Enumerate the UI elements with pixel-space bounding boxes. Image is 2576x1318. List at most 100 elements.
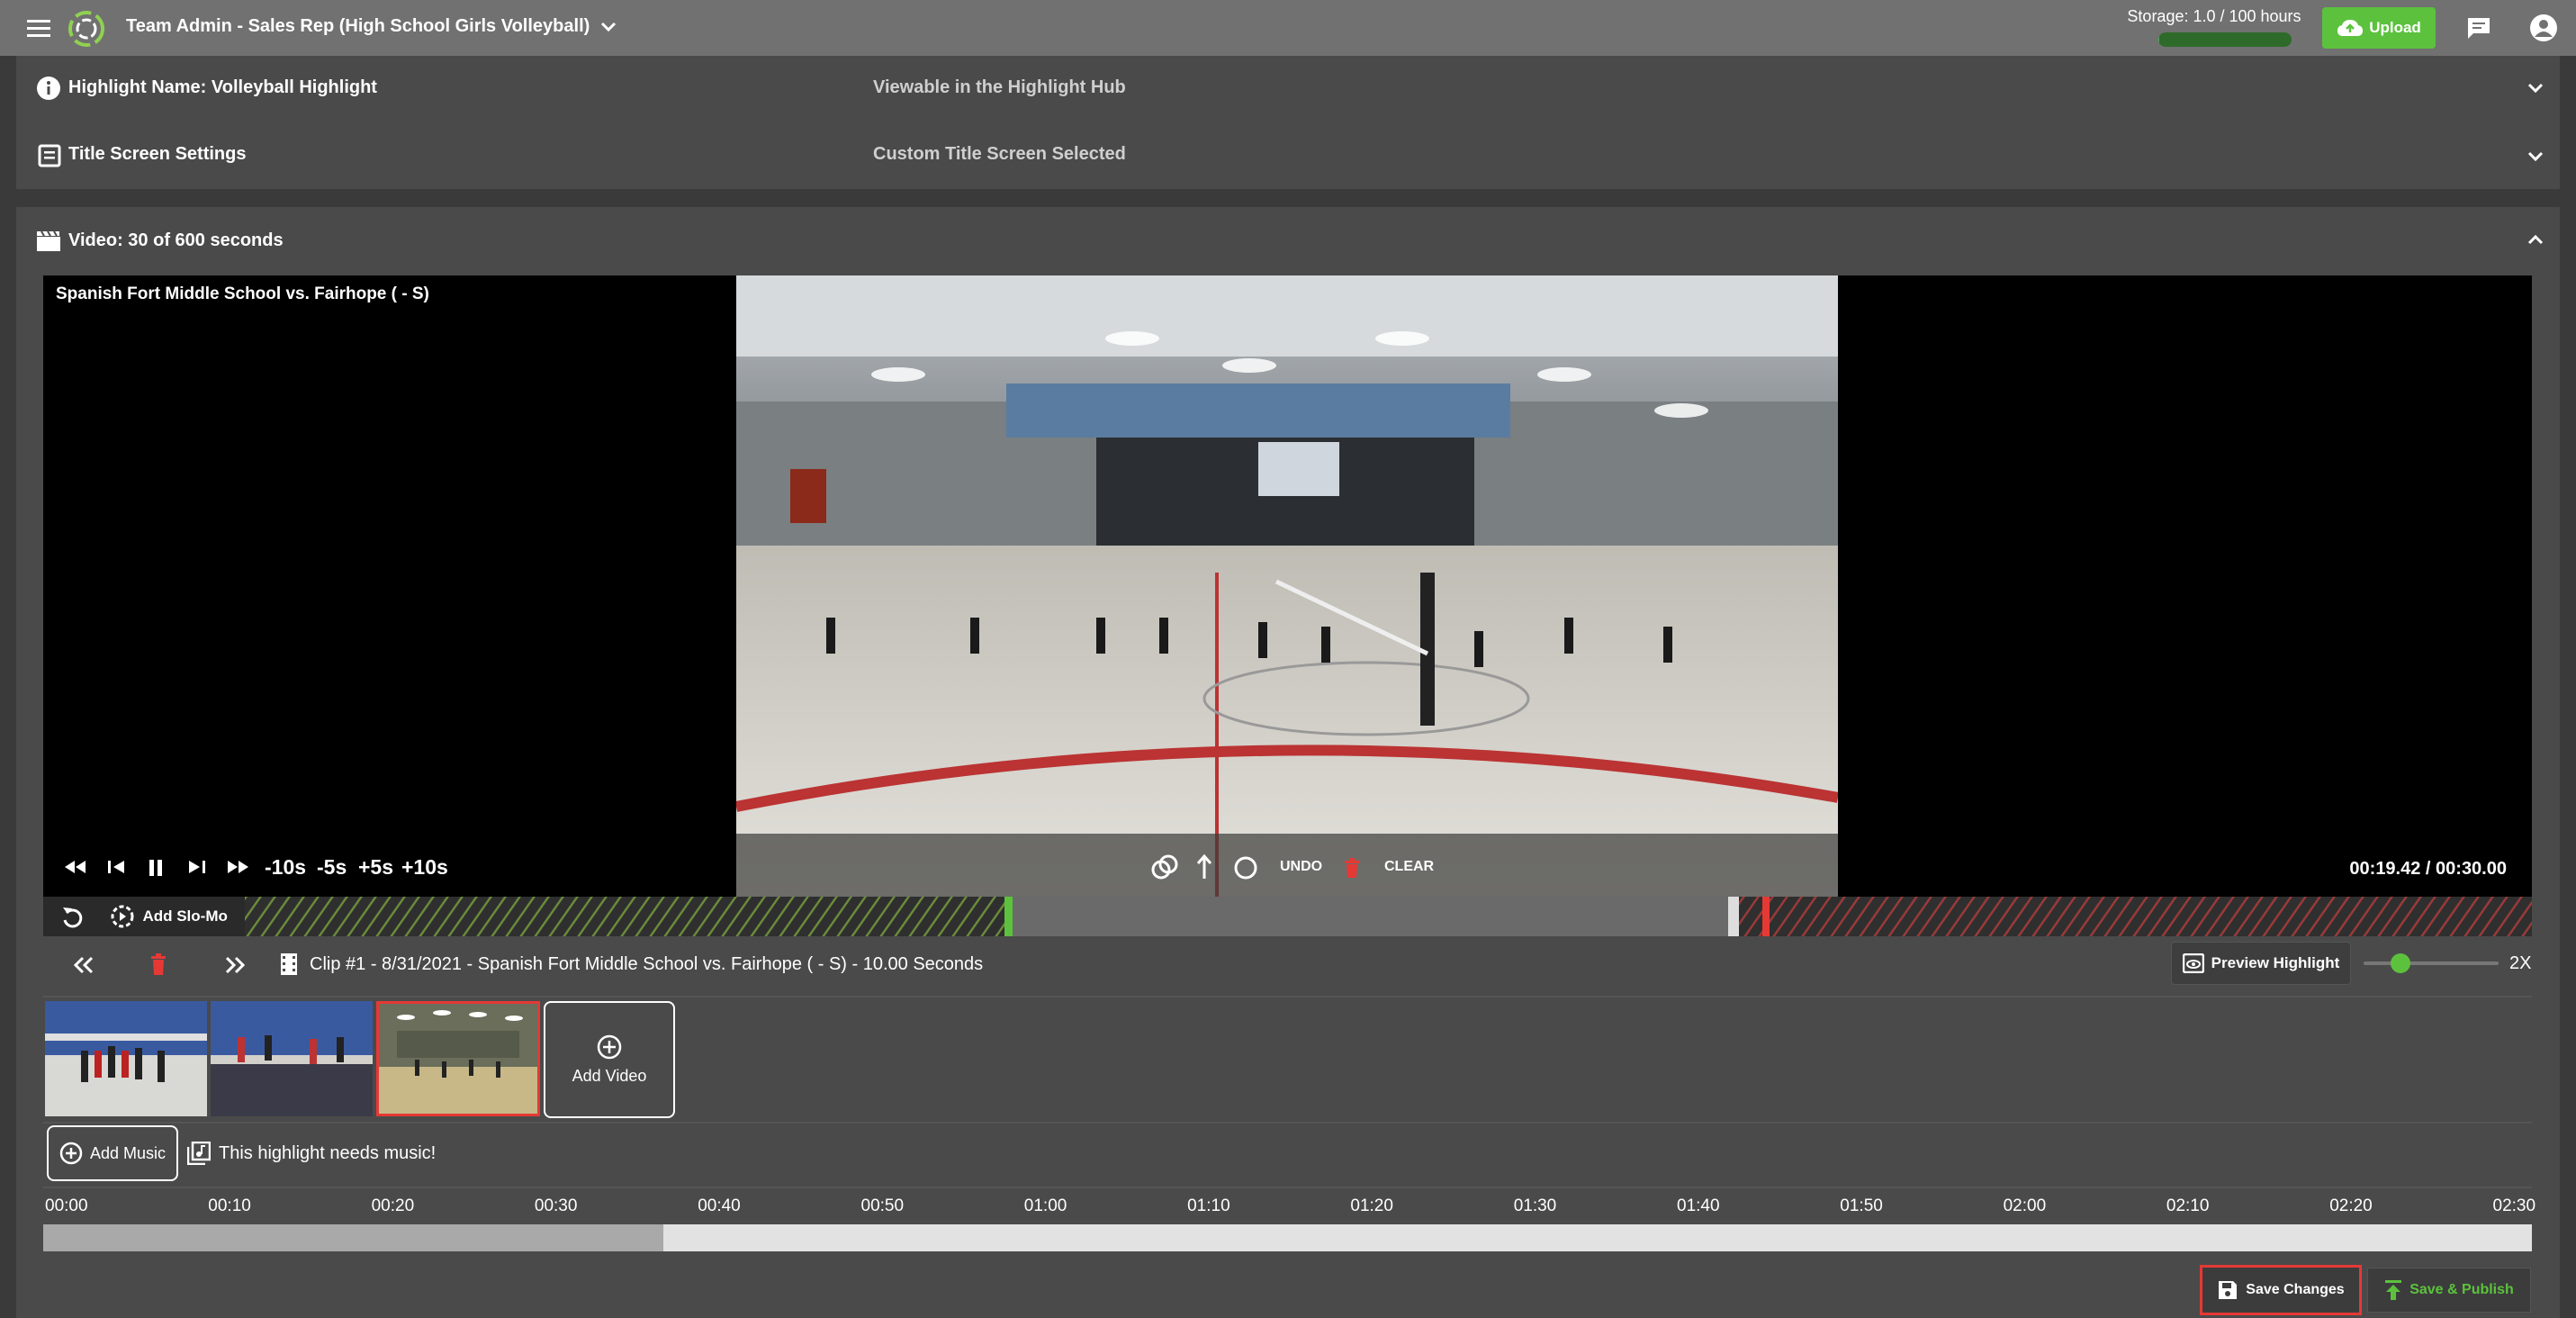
timeline-tick-label: 01:20 xyxy=(1350,1196,1393,1215)
step-back-icon[interactable] xyxy=(106,859,126,875)
skip-plus-5-button[interactable]: +5s xyxy=(358,855,393,880)
highlight-name-label: Highlight Name: Volleyball Highlight xyxy=(68,77,377,97)
chevron-down-icon[interactable] xyxy=(2527,151,2544,162)
fast-forward-icon[interactable] xyxy=(227,859,250,875)
clip-info: Clip #1 - 8/31/2021 - Spanish Fort Middl… xyxy=(310,954,984,974)
timeline-tick-label: 02:20 xyxy=(2329,1196,2373,1215)
add-slomo-label: Add Slo-Mo xyxy=(142,907,228,925)
title-screen-row[interactable]: Title Screen Settings Custom Title Scree… xyxy=(16,122,2560,187)
upload-label: Upload xyxy=(2369,19,2421,36)
storage-bar xyxy=(2158,32,2292,47)
video-player[interactable]: Spanish Fort Middle School vs. Fairhope … xyxy=(43,275,2532,897)
add-music-button[interactable]: Add Music xyxy=(47,1125,178,1181)
add-slomo-button[interactable]: Add Slo-Mo xyxy=(110,904,228,929)
speed-slider[interactable] xyxy=(2364,953,2499,973)
timeline-tick-label: 01:40 xyxy=(1677,1196,1720,1215)
upload-button[interactable]: Upload xyxy=(2322,7,2436,49)
video-section-label: Video: 30 of 600 seconds xyxy=(68,230,284,250)
double-chevron-right-icon[interactable] xyxy=(225,956,245,974)
timeline-tick-label: 00:30 xyxy=(534,1196,578,1215)
timeline-tick-label: 00:20 xyxy=(371,1196,415,1215)
chevron-down-icon[interactable] xyxy=(2527,83,2544,94)
chat-icon[interactable] xyxy=(2466,16,2491,40)
film-icon xyxy=(279,952,299,976)
video-frame[interactable] xyxy=(736,275,1838,897)
timeline-bar[interactable] xyxy=(43,1224,2532,1251)
clapperboard-icon xyxy=(36,230,61,252)
account-icon[interactable] xyxy=(2529,14,2558,42)
time-readout: 00:19.42 / 00:30.00 xyxy=(2349,859,2507,879)
speed-label: 2X xyxy=(2509,953,2532,973)
menu-icon[interactable] xyxy=(27,18,50,38)
save-changes-button[interactable]: Save Changes xyxy=(2200,1265,2362,1315)
video-section-header[interactable]: Video: 30 of 600 seconds xyxy=(16,207,2560,275)
timeline-tick-label: 01:30 xyxy=(1513,1196,1557,1215)
double-chevron-left-icon[interactable] xyxy=(74,956,94,974)
plus-circle-icon xyxy=(597,1034,622,1060)
plus-circle-icon xyxy=(59,1142,83,1165)
circle-icon[interactable] xyxy=(1233,855,1258,880)
trim-bar[interactable]: Add Slo-Mo xyxy=(43,897,2532,936)
save-changes-label: Save Changes xyxy=(2246,1282,2345,1297)
timeline-tick-label: 01:00 xyxy=(1023,1196,1067,1215)
timeline-tick-label: 02:10 xyxy=(2166,1196,2210,1215)
delete-clip-icon[interactable] xyxy=(149,952,167,976)
divider xyxy=(43,1122,2532,1124)
spotlight-icon[interactable] xyxy=(1150,853,1181,880)
undo-button[interactable]: UNDO xyxy=(1280,859,1322,875)
highlight-name-status: Viewable in the Highlight Hub xyxy=(873,77,1126,97)
trash-icon[interactable] xyxy=(1343,857,1361,879)
step-forward-icon[interactable] xyxy=(187,859,207,875)
rewind-icon[interactable] xyxy=(63,859,86,875)
clip-thumbnail-2[interactable] xyxy=(211,1001,373,1116)
chevron-down-icon xyxy=(600,22,617,32)
team-title: Team Admin - Sales Rep (High School Girl… xyxy=(126,16,590,36)
timeline-tick-label: 01:50 xyxy=(1840,1196,1883,1215)
preview-highlight-label: Preview Highlight xyxy=(2211,954,2340,971)
slomo-icon xyxy=(110,904,135,929)
storage-label: Storage: 1.0 / 100 hours xyxy=(2127,7,2301,25)
save-publish-button[interactable]: Save & Publish xyxy=(2367,1268,2531,1313)
arrow-up-icon[interactable] xyxy=(1195,853,1213,880)
preview-highlight-button[interactable]: Preview Highlight xyxy=(2171,942,2351,985)
clip-thumbnail-1[interactable] xyxy=(45,1001,207,1116)
game-title: Spanish Fort Middle School vs. Fairhope … xyxy=(56,284,429,303)
skip-plus-10-button[interactable]: +10s xyxy=(401,855,448,880)
publish-icon xyxy=(2384,1279,2402,1301)
timeline-fill xyxy=(43,1224,663,1251)
clear-button[interactable]: CLEAR xyxy=(1384,859,1434,875)
timeline-tick-label: 00:10 xyxy=(208,1196,251,1215)
team-selector[interactable]: Team Admin - Sales Rep (High School Girl… xyxy=(126,16,617,37)
chevron-up-icon[interactable] xyxy=(2527,234,2544,245)
highlight-name-row[interactable]: Highlight Name: Volleyball Highlight Vie… xyxy=(16,56,2560,121)
save-publish-label: Save & Publish xyxy=(2409,1282,2514,1297)
timeline-tick-label: 00:00 xyxy=(45,1196,88,1215)
info-icon xyxy=(36,76,61,101)
pause-icon[interactable] xyxy=(148,859,164,877)
timeline-tick-label: 02:30 xyxy=(2492,1196,2536,1215)
timeline-tick-label: 00:50 xyxy=(860,1196,905,1215)
clip-thumbnail-3-selected[interactable] xyxy=(376,1001,540,1116)
timeline-tick-label: 00:40 xyxy=(698,1196,741,1215)
skip-minus-10-button[interactable]: -10s xyxy=(265,855,306,880)
preview-icon xyxy=(2182,953,2204,973)
needs-music-text: This highlight needs music! xyxy=(219,1143,437,1163)
storage-bar-fill xyxy=(2158,32,2160,47)
skip-minus-5-button[interactable]: -5s xyxy=(317,855,347,880)
timeline-tick-label: 02:00 xyxy=(2003,1196,2047,1215)
speed-slider-knob[interactable] xyxy=(2390,953,2410,973)
replay-icon[interactable] xyxy=(61,906,83,929)
add-music-label: Add Music xyxy=(89,1143,167,1162)
clip-nav-bar: Clip #1 - 8/31/2021 - Spanish Fort Middl… xyxy=(43,936,2532,998)
top-bar: Team Admin - Sales Rep (High School Girl… xyxy=(0,0,2576,56)
music-library-icon xyxy=(187,1142,211,1165)
cloud-upload-icon xyxy=(2337,18,2364,38)
add-video-label: Add Video xyxy=(572,1066,647,1085)
title-screen-label: Title Screen Settings xyxy=(68,144,247,164)
add-video-button[interactable]: Add Video xyxy=(544,1001,675,1118)
app-logo[interactable] xyxy=(67,9,106,49)
document-icon xyxy=(38,144,61,167)
title-screen-status: Custom Title Screen Selected xyxy=(873,144,1126,164)
timeline-tick-label: 01:10 xyxy=(1187,1196,1230,1215)
divider xyxy=(43,1187,2532,1188)
